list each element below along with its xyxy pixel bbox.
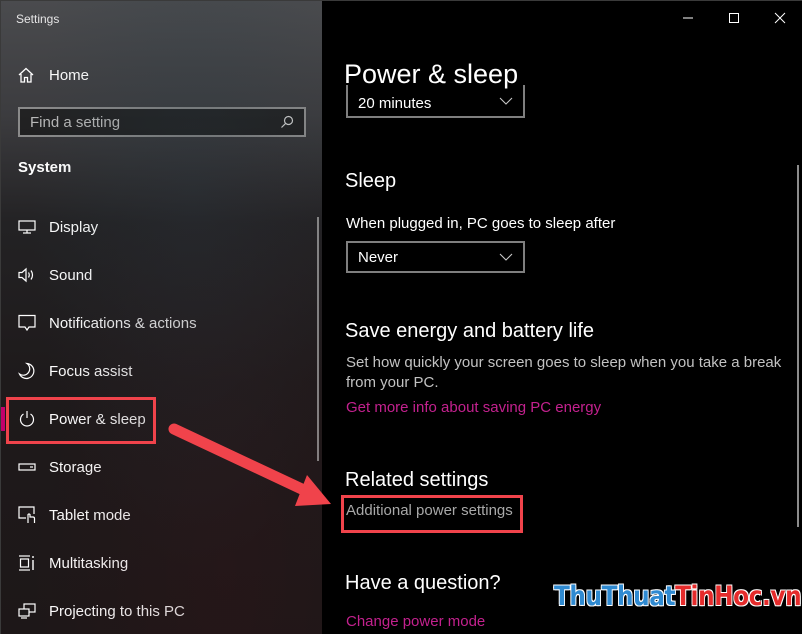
sidebar-item-label: Display xyxy=(49,218,99,236)
notifications-icon xyxy=(18,314,36,332)
sidebar-item-label: Storage xyxy=(49,458,102,476)
maximize-button[interactable] xyxy=(711,1,757,35)
multitasking-icon xyxy=(18,554,36,572)
sidebar-item-notifications[interactable]: Notifications & actions xyxy=(1,299,313,347)
related-settings-heading: Related settings xyxy=(345,469,489,491)
sidebar-item-storage[interactable]: Storage xyxy=(1,443,313,491)
sidebar-item-sound[interactable]: Sound xyxy=(1,251,313,299)
sidebar-item-multitasking[interactable]: Multitasking xyxy=(1,539,313,587)
search-input[interactable] xyxy=(30,113,280,131)
sidebar-item-label: Projecting to this PC xyxy=(49,602,185,620)
sleep-heading: Sleep xyxy=(345,170,397,192)
storage-icon xyxy=(18,458,36,476)
sound-icon xyxy=(18,266,36,284)
maximize-icon xyxy=(729,13,739,23)
content-pane: Power & sleep 20 minutes Sleep When plug… xyxy=(322,1,802,634)
watermark-part1: ThuThuat xyxy=(554,581,676,612)
home-icon xyxy=(18,67,34,83)
question-heading: Have a question? xyxy=(345,572,501,594)
window-controls xyxy=(665,1,802,35)
settings-window: Settings Home System Display xyxy=(0,0,802,634)
projecting-icon xyxy=(18,602,36,620)
screen-timeout-dropdown[interactable]: 20 minutes xyxy=(346,85,525,118)
dropdown-value: Never xyxy=(358,248,399,266)
tablet-mode-icon xyxy=(18,506,36,524)
watermark: ThuThuatTinHoc.vn xyxy=(554,581,802,612)
sidebar-item-focus-assist[interactable]: Focus assist xyxy=(1,347,313,395)
save-energy-description: Set how quickly your screen goes to slee… xyxy=(346,354,782,391)
content-scrollbar[interactable] xyxy=(797,165,799,527)
sidebar-item-label: Multitasking xyxy=(49,554,129,572)
sidebar-item-label: Sound xyxy=(49,266,93,284)
sidebar-scrollbar[interactable] xyxy=(317,217,319,461)
energy-info-link[interactable]: Get more info about saving PC energy xyxy=(346,399,601,416)
search-icon[interactable] xyxy=(280,115,294,129)
sleep-plugged-label: When plugged in, PC goes to sleep after xyxy=(346,215,616,232)
sidebar-home[interactable]: Home xyxy=(17,63,89,87)
sleep-plugged-dropdown[interactable]: Never xyxy=(346,241,525,273)
sidebar-item-label: Notifications & actions xyxy=(49,314,197,332)
sidebar-item-projecting[interactable]: Projecting to this PC xyxy=(1,587,313,634)
close-icon xyxy=(774,12,786,24)
change-power-mode-link[interactable]: Change power mode xyxy=(346,613,485,630)
save-energy-heading: Save energy and battery life xyxy=(345,320,595,342)
power-icon xyxy=(18,410,36,428)
app-title: Settings xyxy=(16,12,60,26)
moon-icon xyxy=(18,362,36,380)
sidebar-item-label: Tablet mode xyxy=(49,506,131,524)
minimize-icon xyxy=(683,17,693,19)
minimize-button[interactable] xyxy=(665,1,711,35)
sidebar-nav: Display Sound Notifications & actions Fo… xyxy=(1,203,313,634)
home-label: Home xyxy=(49,66,90,84)
search-box[interactable] xyxy=(18,107,306,137)
sidebar-item-label: Power & sleep xyxy=(49,410,146,428)
chevron-down-icon xyxy=(499,97,513,105)
chevron-down-icon xyxy=(499,253,513,261)
sidebar-item-tablet-mode[interactable]: Tablet mode xyxy=(1,491,313,539)
display-icon xyxy=(18,218,36,236)
dropdown-value: 20 minutes xyxy=(358,95,432,112)
additional-power-settings-link[interactable]: Additional power settings xyxy=(346,502,513,519)
sidebar: Settings Home System Display xyxy=(1,1,322,634)
sidebar-item-label: Focus assist xyxy=(49,362,133,380)
section-title: System xyxy=(18,159,72,176)
sidebar-item-power-sleep[interactable]: Power & sleep xyxy=(1,395,313,443)
close-button[interactable] xyxy=(757,1,802,35)
watermark-part2: TinHoc.vn xyxy=(675,581,802,612)
sidebar-item-display[interactable]: Display xyxy=(1,203,313,251)
